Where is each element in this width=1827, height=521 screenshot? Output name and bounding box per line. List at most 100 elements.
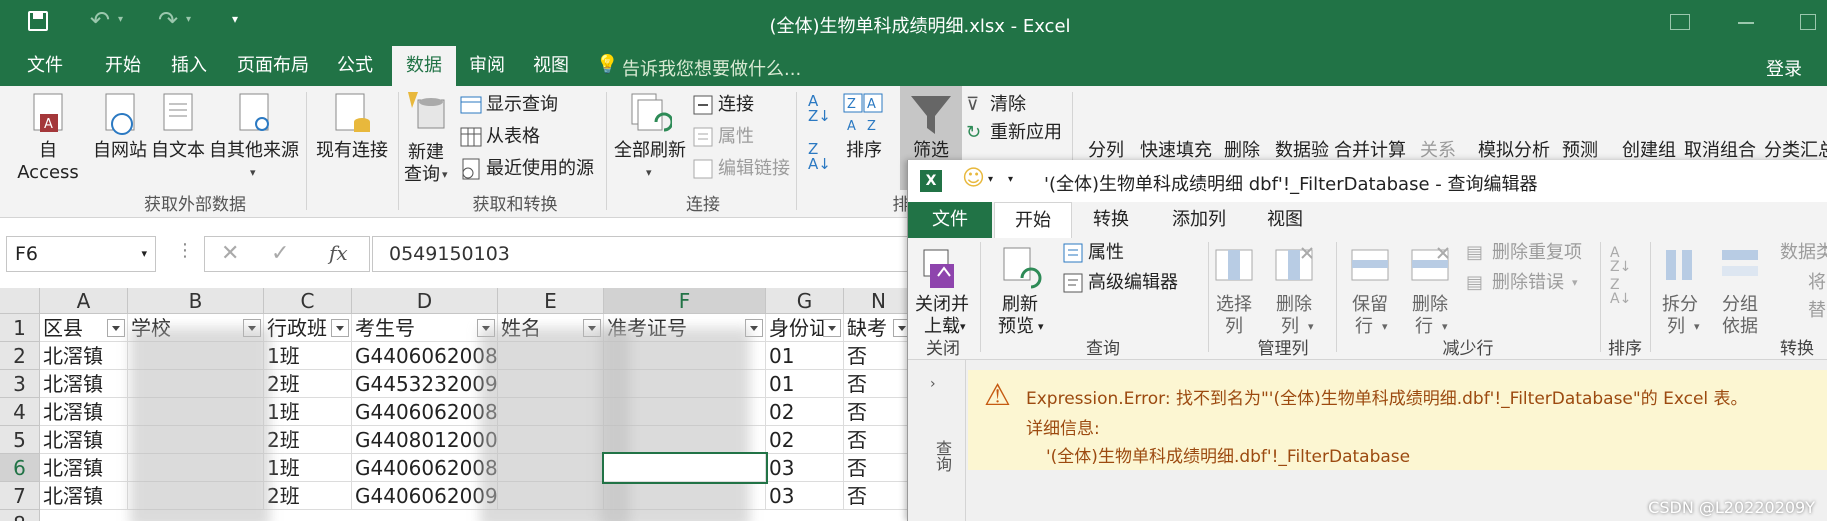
sort-az-icon[interactable]: A Z↓ bbox=[808, 94, 831, 124]
column-header-f[interactable]: F bbox=[604, 288, 766, 314]
data-type-button[interactable]: 数据类 bbox=[1780, 242, 1827, 264]
table-cell[interactable]: G4453232009 bbox=[352, 370, 498, 398]
table-cell[interactable]: 1班 bbox=[264, 342, 352, 370]
remove-errors-icon[interactable]: ▤ bbox=[1466, 272, 1483, 293]
filter-dropdown-icon[interactable] bbox=[331, 319, 349, 337]
choose-columns-button-line1[interactable]: 选择 bbox=[1208, 294, 1260, 316]
what-if-analysis-button[interactable]: 模拟分析 bbox=[1472, 140, 1556, 162]
row-header[interactable]: 6 bbox=[0, 454, 40, 482]
chevron-down-icon[interactable]: ▾ bbox=[141, 247, 147, 260]
select-all-corner[interactable] bbox=[0, 288, 40, 314]
table-cell[interactable]: 01 bbox=[766, 342, 844, 370]
split-column-button-line1[interactable]: 拆分 bbox=[1652, 294, 1708, 316]
table-cell[interactable]: 否 bbox=[844, 482, 914, 510]
subtotal-button[interactable]: 分类汇总 bbox=[1760, 140, 1827, 162]
clear-filter-icon[interactable]: ⊽ bbox=[966, 94, 979, 115]
recent-sources-button[interactable]: 最近使用的源 bbox=[486, 158, 594, 180]
filter-dropdown-icon[interactable] bbox=[107, 319, 125, 337]
sort-za-icon[interactable]: Z A↓ bbox=[808, 142, 831, 172]
enter-icon[interactable]: ✓ bbox=[271, 241, 289, 266]
table-cell[interactable]: 02 bbox=[766, 398, 844, 426]
redo-icon[interactable]: ↷ bbox=[158, 6, 178, 34]
qe-tab-add-column[interactable]: 添加列 bbox=[1150, 202, 1248, 238]
split-column-button-line2[interactable]: 列 bbox=[1652, 316, 1700, 338]
from-text-button[interactable]: 自文本 bbox=[146, 140, 210, 162]
tab-insert[interactable]: 插入 bbox=[154, 46, 224, 86]
header-cell-absent[interactable]: 缺考 bbox=[844, 314, 914, 342]
row-header[interactable]: 2 bbox=[0, 342, 40, 370]
redo-dropdown-icon[interactable]: ▾ bbox=[186, 14, 191, 25]
header-cell-class[interactable]: 行政班 bbox=[264, 314, 352, 342]
table-cell[interactable]: 1班 bbox=[264, 454, 352, 482]
use-first-row-button[interactable]: 将 bbox=[1808, 272, 1826, 294]
chevron-right-icon[interactable]: › bbox=[930, 376, 936, 392]
forecast-sheet-button[interactable]: 预测 bbox=[1552, 140, 1608, 162]
table-cell[interactable]: 北滘镇 bbox=[40, 370, 128, 398]
flash-fill-button[interactable]: 快速填充 bbox=[1134, 140, 1218, 162]
table-cell[interactable]: 北滘镇 bbox=[40, 342, 128, 370]
sort-button[interactable]: 排序 bbox=[834, 140, 894, 162]
table-cell[interactable]: 否 bbox=[844, 342, 914, 370]
table-cell[interactable]: 03 bbox=[766, 454, 844, 482]
remove-duplicates-icon[interactable]: ▤ bbox=[1466, 242, 1483, 263]
sort-az-icon[interactable]: A Z↓ bbox=[1610, 246, 1631, 274]
tab-view[interactable]: 视图 bbox=[516, 46, 586, 86]
ribbon-display-icon[interactable] bbox=[1670, 14, 1690, 30]
undo-dropdown-icon[interactable]: ▾ bbox=[118, 14, 123, 25]
maximize-icon[interactable] bbox=[1800, 14, 1816, 30]
table-cell[interactable]: 1班 bbox=[264, 398, 352, 426]
show-queries-button[interactable]: 显示查询 bbox=[486, 94, 558, 116]
remove-columns-button-line1[interactable]: 删除 bbox=[1266, 294, 1322, 316]
table-cell[interactable]: 02 bbox=[766, 426, 844, 454]
remove-duplicates-button[interactable]: 删除 bbox=[1216, 140, 1268, 162]
tab-home[interactable]: 开始 bbox=[88, 46, 158, 86]
customize-qat-icon[interactable]: ▾ bbox=[232, 12, 238, 26]
name-box[interactable]: F6 ▾ bbox=[6, 236, 156, 272]
table-cell[interactable]: 否 bbox=[844, 426, 914, 454]
close-load-button-line1[interactable]: 关闭并 bbox=[912, 294, 972, 316]
minimize-icon[interactable] bbox=[1738, 22, 1754, 24]
table-cell[interactable]: 01 bbox=[766, 370, 844, 398]
row-header[interactable]: 4 bbox=[0, 398, 40, 426]
header-cell-id-card[interactable]: 身份证 bbox=[766, 314, 844, 342]
new-query-button-line1[interactable]: 新建 bbox=[400, 142, 452, 164]
table-cell[interactable]: G44060620090 bbox=[352, 482, 498, 510]
table-cell[interactable]: 北滘镇 bbox=[40, 426, 128, 454]
reapply-icon[interactable]: ↻ bbox=[966, 122, 981, 143]
tab-formulas[interactable]: 公式 bbox=[320, 46, 390, 86]
tab-page-layout[interactable]: 页面布局 bbox=[228, 46, 318, 86]
table-cell[interactable]: 2班 bbox=[264, 426, 352, 454]
replace-values-button[interactable]: 替 bbox=[1808, 300, 1826, 322]
qe-tab-home[interactable]: 开始 bbox=[994, 202, 1072, 238]
from-access-button[interactable]: 自 Access bbox=[6, 140, 90, 184]
column-header-d[interactable]: D bbox=[352, 288, 498, 314]
qe-properties-button[interactable]: 属性 bbox=[1088, 242, 1124, 264]
row-header[interactable]: 8 bbox=[0, 510, 40, 521]
tab-file[interactable]: 文件 bbox=[10, 46, 80, 86]
table-cell[interactable]: G4406062008 bbox=[352, 454, 498, 482]
new-query-button-line2[interactable]: 查询 bbox=[400, 164, 444, 186]
column-header-c[interactable]: C bbox=[264, 288, 352, 314]
qe-tab-view[interactable]: 视图 bbox=[1248, 202, 1322, 238]
from-web-button[interactable]: 自网站 bbox=[88, 140, 152, 162]
qe-tab-transform[interactable]: 转换 bbox=[1074, 202, 1148, 238]
chevron-down-icon[interactable]: ▾ bbox=[988, 174, 993, 185]
table-cell[interactable]: 03 bbox=[766, 482, 844, 510]
table-cell[interactable]: 北滘镇 bbox=[40, 398, 128, 426]
filter-button[interactable]: 筛选 bbox=[902, 140, 960, 162]
table-cell[interactable]: 否 bbox=[844, 454, 914, 482]
connections-button[interactable]: 连接 bbox=[718, 94, 754, 116]
group-by-button-line1[interactable]: 分组 bbox=[1712, 294, 1768, 316]
tell-me-input[interactable]: 告诉我您想要做什么... bbox=[622, 55, 801, 81]
keep-rows-button-line1[interactable]: 保留 bbox=[1340, 294, 1400, 316]
ungroup-button[interactable]: 取消组合 bbox=[1678, 140, 1762, 162]
refresh-all-button[interactable]: 全部刷新 bbox=[608, 140, 692, 162]
remove-errors-button[interactable]: 删除错误 bbox=[1492, 272, 1564, 294]
table-cell[interactable]: 北滘镇 bbox=[40, 454, 128, 482]
insert-function-icon[interactable]: fx bbox=[329, 241, 348, 265]
group-by-button-line2[interactable]: 依据 bbox=[1712, 316, 1768, 338]
relationships-button[interactable]: 关系 bbox=[1414, 140, 1462, 162]
refresh-preview-button-line1[interactable]: 刷新 bbox=[990, 294, 1050, 316]
row-header[interactable]: 1 bbox=[0, 314, 40, 342]
header-cell-district[interactable]: 区县 bbox=[40, 314, 128, 342]
